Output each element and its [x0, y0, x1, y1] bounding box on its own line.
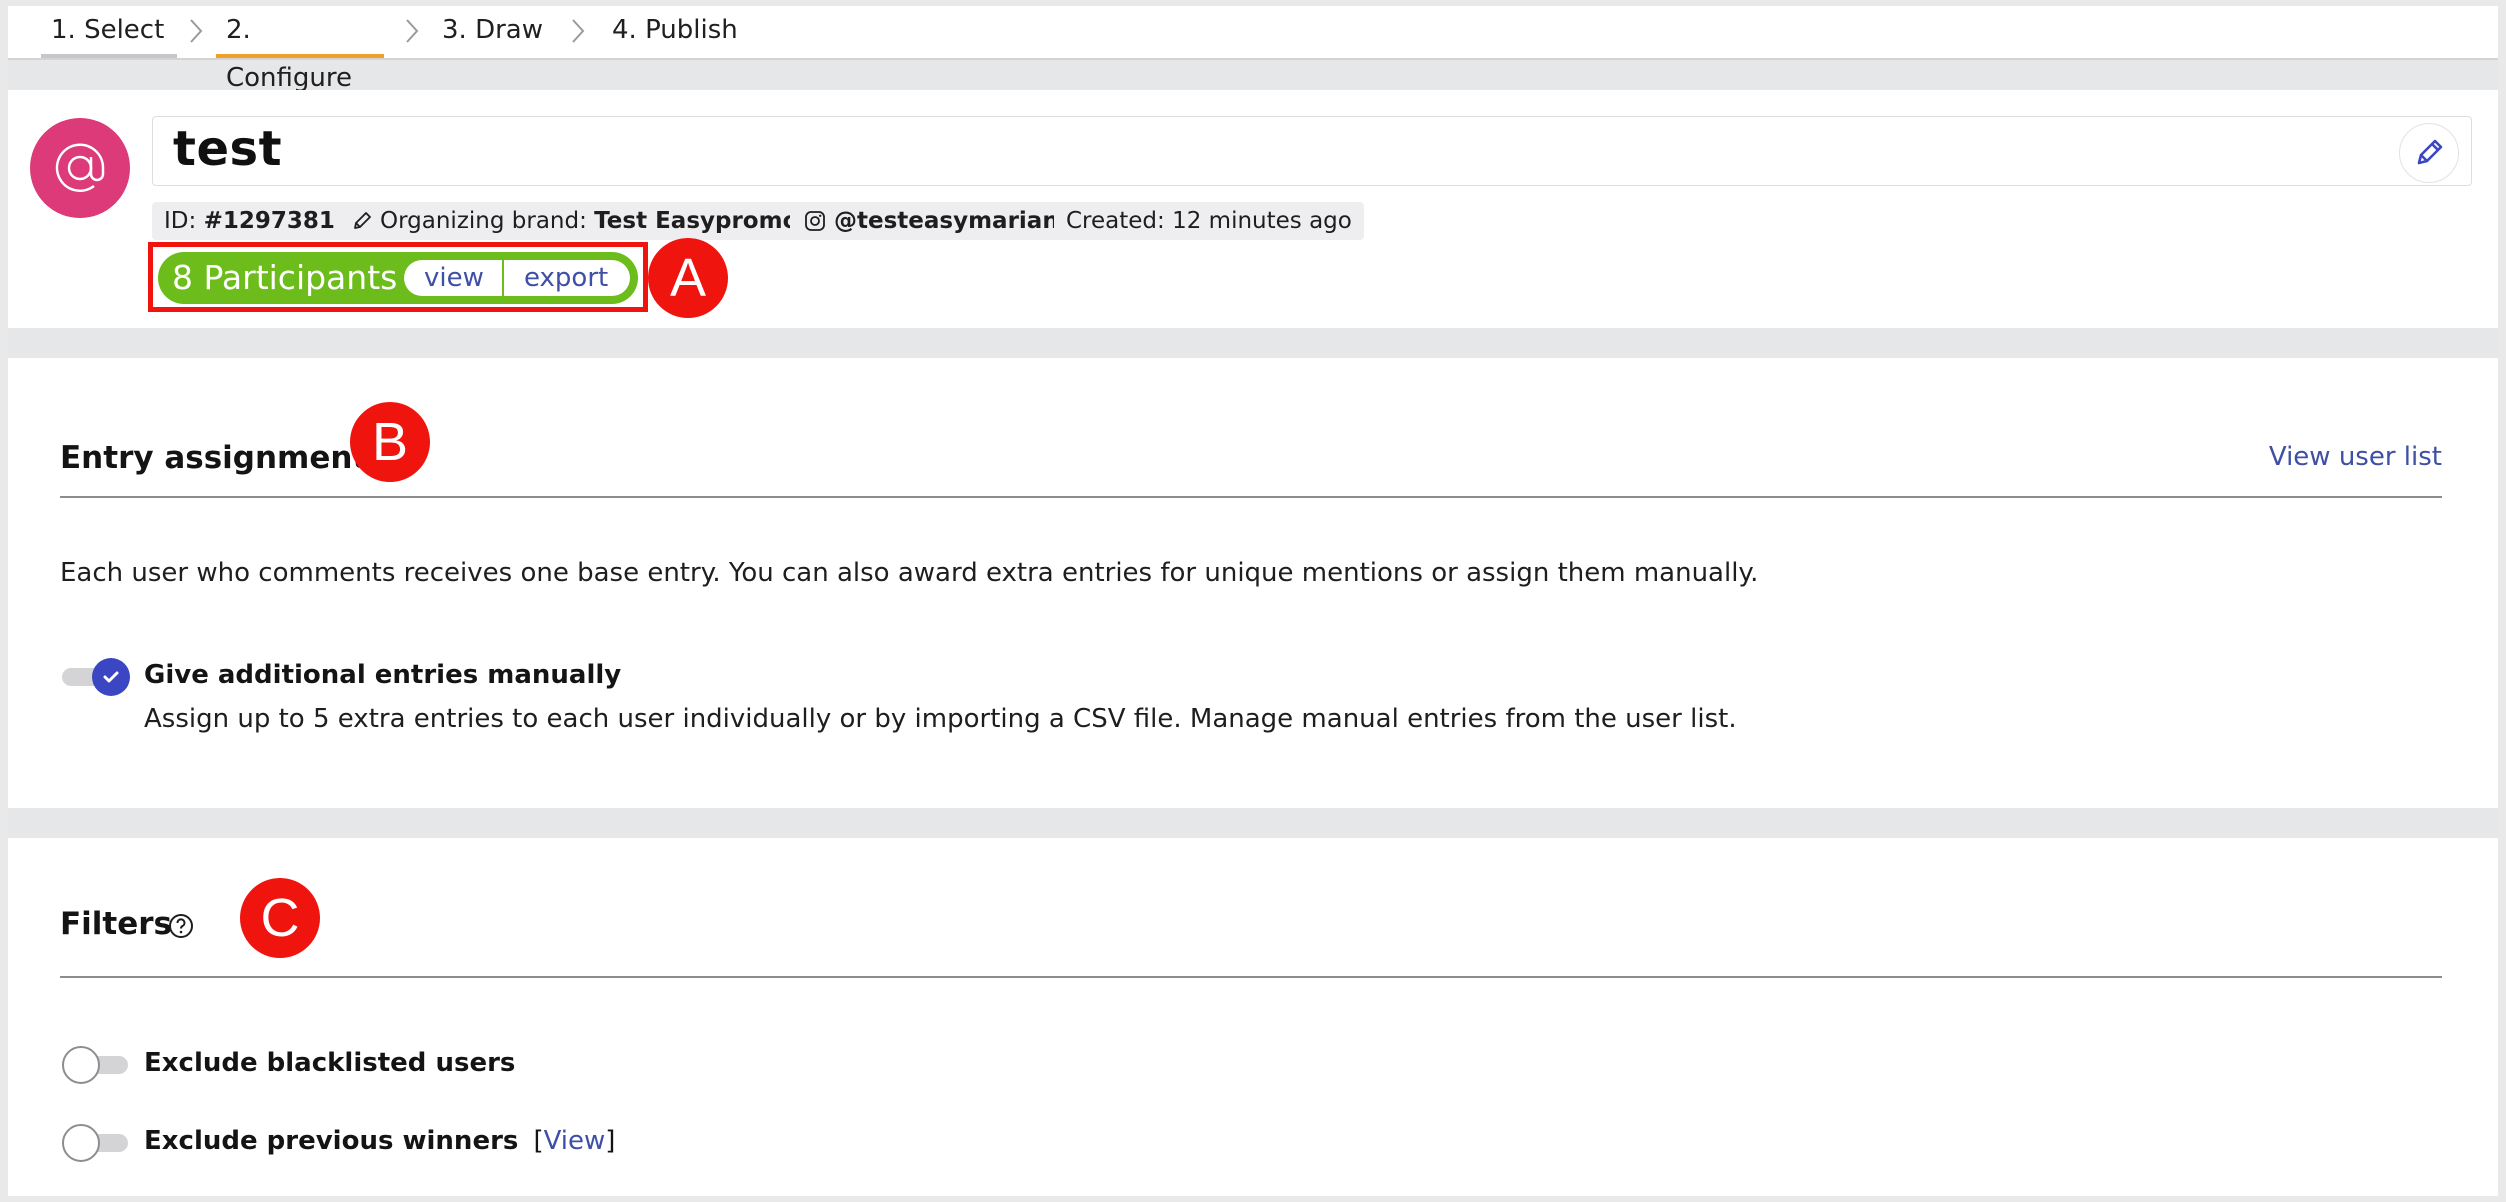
brand-label: Organizing brand:	[380, 208, 587, 234]
divider	[502, 260, 504, 296]
entry-assignment-title: Entry assignment	[60, 440, 368, 476]
id-value: #1297381	[203, 208, 335, 234]
step-draw-label: 3. Draw	[442, 15, 543, 45]
id-chip: ID: #1297381	[152, 202, 347, 240]
check-icon	[92, 658, 130, 696]
entry-description: Each user who comments receives one base…	[60, 558, 1759, 588]
brand-chip: Organizing brand: Test Easypromos	[340, 202, 825, 240]
help-icon[interactable]	[168, 913, 194, 939]
chevron-right-icon	[572, 19, 585, 43]
brand-value: Test Easypromos	[594, 208, 813, 234]
manual-entries-toggle[interactable]	[62, 658, 130, 696]
exclude-previous-winners-row: Exclude previous winners [View]	[144, 1126, 615, 1156]
title-field[interactable]: test	[152, 116, 2472, 186]
step-publish[interactable]: 4. Publish	[612, 6, 752, 58]
instagram-handle: @testeasymarian	[834, 208, 1059, 234]
step-select[interactable]: 1. Select	[41, 6, 177, 58]
entry-assignment-section: Entry assignment B View user list Each u…	[8, 358, 2498, 808]
exclude-blacklisted-label: Exclude blacklisted users	[144, 1048, 516, 1078]
annotation-marker-c: C	[240, 878, 320, 958]
pencil-icon	[2417, 139, 2443, 165]
view-participants-link[interactable]: view	[424, 260, 484, 296]
section-divider	[60, 976, 2442, 978]
bracket-open: [	[533, 1126, 544, 1156]
step-configure-label: 2. Configure	[226, 15, 353, 93]
created-text: Created: 12 minutes ago	[1066, 208, 1352, 234]
instagram-chip: @testeasymarian	[790, 202, 1071, 240]
participants-badge: 8 Participants view export	[158, 252, 638, 304]
filters-section: Filters C Exclude blacklisted users Excl…	[8, 838, 2498, 1196]
step-configure[interactable]: 2. Configure	[216, 6, 384, 93]
view-user-list-link[interactable]: View user list	[2269, 442, 2442, 472]
annotation-marker-b: B	[350, 402, 430, 482]
step-publish-label: 4. Publish	[612, 15, 738, 45]
step-draw[interactable]: 3. Draw	[442, 6, 562, 58]
pencil-icon	[354, 212, 371, 229]
giveaway-title: test	[173, 121, 283, 177]
exclude-previous-winners-label: Exclude previous winners	[144, 1126, 519, 1156]
participants-count: 8 Participants	[172, 258, 398, 297]
chevron-right-icon	[190, 19, 203, 43]
participants-highlight: 8 Participants view export	[148, 242, 648, 312]
manual-entries-help: Assign up to 5 extra entries to each use…	[144, 704, 1737, 734]
chevron-right-icon	[406, 19, 419, 43]
created-chip: Created: 12 minutes ago	[1054, 202, 1364, 240]
manual-entries-label: Give additional entries manually	[144, 660, 622, 690]
exclude-previous-winners-toggle[interactable]	[62, 1124, 128, 1162]
giveaway-header: test ID: #1297381 Organizing brand: Test…	[8, 90, 2498, 328]
id-label: ID:	[164, 208, 197, 234]
instagram-icon	[805, 211, 825, 231]
view-previous-winners-link[interactable]: View	[544, 1126, 606, 1156]
exclude-blacklisted-toggle[interactable]	[62, 1046, 128, 1084]
annotation-marker-a: A	[648, 238, 728, 318]
at-sign-icon	[30, 118, 130, 218]
step-select-label: 1. Select	[51, 15, 165, 45]
export-participants-link[interactable]: export	[524, 260, 608, 296]
section-divider	[60, 496, 2442, 498]
participants-actions: view export	[404, 260, 630, 296]
edit-title-button[interactable]	[2399, 123, 2459, 183]
wizard-steps: 1. Select 2. Configure 3. Draw 4. Publis…	[8, 6, 2498, 93]
bracket-close: ]	[605, 1126, 616, 1156]
filters-title: Filters	[60, 906, 173, 942]
